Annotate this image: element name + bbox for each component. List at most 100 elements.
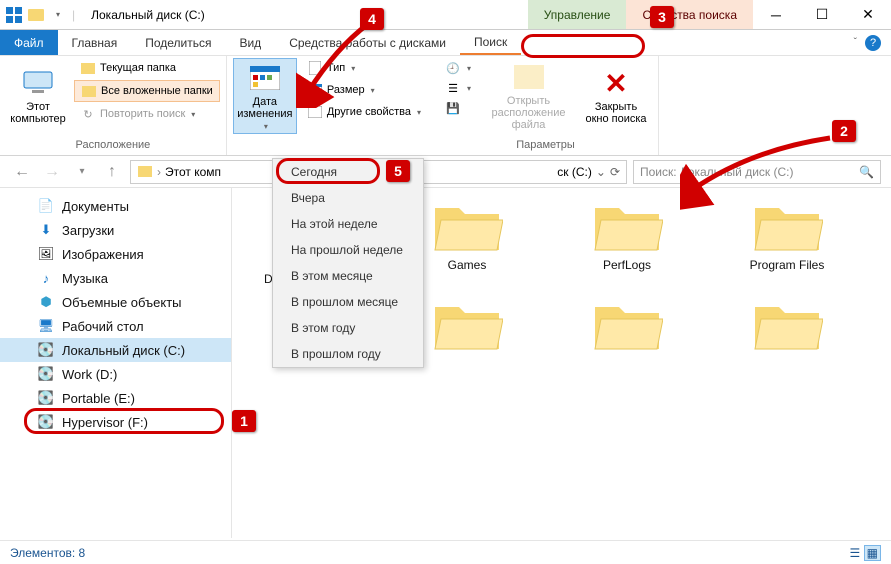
advanced-options-button[interactable]: ☰▾ [439, 78, 477, 98]
window-title: Локальный диск (C:) [81, 8, 528, 22]
dd-last-year[interactable]: В прошлом году [273, 341, 423, 367]
folder-open-icon [513, 61, 545, 93]
nav-pictures[interactable]: 🖼Изображения [0, 242, 231, 266]
size-icon [307, 82, 323, 98]
folder-icon [591, 297, 663, 353]
tab-disk-tools[interactable]: Средства работы с дисками [275, 30, 460, 55]
folder-icon [751, 297, 823, 353]
nav-disk-f[interactable]: 💽Hypervisor (F:) [0, 410, 231, 434]
ribbon-collapse-icon[interactable]: ˇ [854, 37, 857, 48]
recent-searches-button[interactable]: 🕘▾ [439, 58, 477, 78]
objects3d-icon: ⬢ [38, 294, 54, 310]
details-view-icon[interactable]: ☰ [850, 546, 861, 560]
tab-row: Файл Главная Поделиться Вид Средства раб… [0, 30, 891, 56]
folder-icon [431, 297, 503, 353]
size-button[interactable]: Размер▾ [301, 80, 427, 100]
dd-last-week[interactable]: На прошлой неделе [273, 237, 423, 263]
nav-desktop[interactable]: 🖥Рабочий стол [0, 314, 231, 338]
disk-icon: 💽 [38, 366, 54, 382]
close-search-label: Закрыть окно поиска [582, 101, 650, 125]
repeat-search-label: Повторить поиск [100, 108, 185, 120]
all-subfolders-button[interactable]: Все вложенные папки [74, 80, 220, 102]
tab-search[interactable]: Поиск [460, 30, 521, 55]
type-button[interactable]: Тип▾ [301, 58, 427, 78]
addr-disk-tail[interactable]: ск (C:) [557, 165, 592, 179]
close-x-icon: ✕ [600, 67, 632, 99]
other-props-button[interactable]: Другие свойства▾ [301, 102, 427, 122]
nav-3d-objects[interactable]: ⬢Объемные объекты [0, 290, 231, 314]
dd-yesterday[interactable]: Вчера [273, 185, 423, 211]
quick-access-icon[interactable] [6, 7, 22, 23]
address-bar: ← → ▾ ↑ › Этот комп ск (C:) ⌄ ⟳ Поиск: Л… [0, 156, 891, 188]
dd-this-week[interactable]: На этой неделе [273, 211, 423, 237]
calendar-icon [249, 62, 281, 94]
nav-disk-e[interactable]: 💽Portable (E:) [0, 386, 231, 410]
close-search-button[interactable]: ✕ Закрыть окно поиска [580, 58, 652, 134]
other-props-label: Другие свойства [327, 106, 411, 118]
open-location-button[interactable]: Открыть расположение файла [481, 58, 576, 134]
context-tab-search-tools[interactable]: Средства поиска [626, 0, 753, 29]
history-chevron-icon[interactable]: ▾ [70, 160, 94, 184]
nav-downloads[interactable]: ⬇Загрузки [0, 218, 231, 242]
pictures-icon: 🖼 [38, 246, 54, 262]
folder-label: Program Files [750, 258, 825, 272]
view-switcher[interactable]: ☰ ▦ [850, 546, 881, 560]
open-location-label: Открыть расположение файла [483, 95, 574, 131]
back-button[interactable]: ← [10, 160, 34, 184]
search-input[interactable]: Поиск: Локальный диск (C:) 🔍 [633, 160, 881, 184]
badge-1: 1 [232, 410, 256, 432]
tab-view[interactable]: Вид [225, 30, 275, 55]
options-icon: ☰ [445, 80, 461, 96]
help-icon[interactable]: ? [865, 35, 881, 51]
overflow-icon[interactable]: ▾ [50, 7, 66, 23]
current-folder-button[interactable]: Текущая папка [74, 58, 220, 78]
badge-3: 3 [650, 6, 674, 28]
addr-this-pc[interactable]: Этот комп [165, 165, 221, 179]
dd-this-year[interactable]: В этом году [273, 315, 423, 341]
folder-label: PerfLogs [603, 258, 651, 272]
folder-icon [591, 198, 663, 254]
nav-disk-d[interactable]: 💽Work (D:) [0, 362, 231, 386]
folder-icon[interactable] [28, 7, 44, 23]
folder-item[interactable]: PerfLogs [562, 198, 692, 287]
group-params-label: Параметры [439, 137, 652, 155]
search-icon[interactable]: 🔍 [859, 165, 874, 179]
tab-home[interactable]: Главная [58, 30, 132, 55]
this-pc-label: Этот компьютер [8, 101, 68, 125]
type-label: Тип [327, 62, 345, 74]
close-button[interactable]: ✕ [845, 0, 891, 30]
minimize-button[interactable]: ─ [753, 0, 799, 30]
this-pc-button[interactable]: Этот компьютер [6, 58, 70, 134]
dd-last-month[interactable]: В прошлом месяце [273, 289, 423, 315]
addr-dropdown-icon[interactable]: ⌄ [596, 165, 606, 179]
folder-small-icon [80, 60, 96, 76]
nav-music[interactable]: ♪Музыка [0, 266, 231, 290]
group-location-label: Расположение [6, 137, 220, 155]
downloads-icon: ⬇ [38, 222, 54, 238]
ribbon: Этот компьютер Текущая папка Все вложенн… [0, 56, 891, 156]
forward-button[interactable]: → [40, 160, 64, 184]
dd-this-month[interactable]: В этом месяце [273, 263, 423, 289]
tab-file[interactable]: Файл [0, 30, 58, 55]
badge-2: 2 [832, 120, 856, 142]
size-label: Размер [327, 84, 365, 96]
save-search-button[interactable]: 💾 [439, 98, 477, 118]
nav-disk-c[interactable]: 💽Локальный диск (C:) [0, 338, 231, 362]
save-icon: 💾 [445, 100, 461, 116]
folder-item[interactable] [722, 297, 852, 371]
up-button[interactable]: ↑ [100, 160, 124, 184]
search-placeholder: Поиск: Локальный диск (C:) [640, 165, 855, 179]
repeat-search-button[interactable]: ↻Повторить поиск▾ [74, 104, 220, 124]
refresh-icon[interactable]: ⟳ [610, 165, 620, 179]
date-modified-button[interactable]: Дата изменения▾ [233, 58, 297, 134]
clock-icon: 🕘 [445, 60, 461, 76]
folder-item[interactable] [562, 297, 692, 371]
folder-item[interactable]: Program Files [722, 198, 852, 287]
status-bar: Элементов: 8 ☰ ▦ [0, 540, 891, 564]
tab-share[interactable]: Поделиться [131, 30, 225, 55]
maximize-button[interactable]: ☐ [799, 0, 845, 30]
context-tab-manage[interactable]: Управление [528, 0, 627, 29]
folders-icon [81, 83, 97, 99]
large-icons-view-icon[interactable]: ▦ [864, 545, 881, 561]
nav-documents[interactable]: 📄Документы [0, 194, 231, 218]
